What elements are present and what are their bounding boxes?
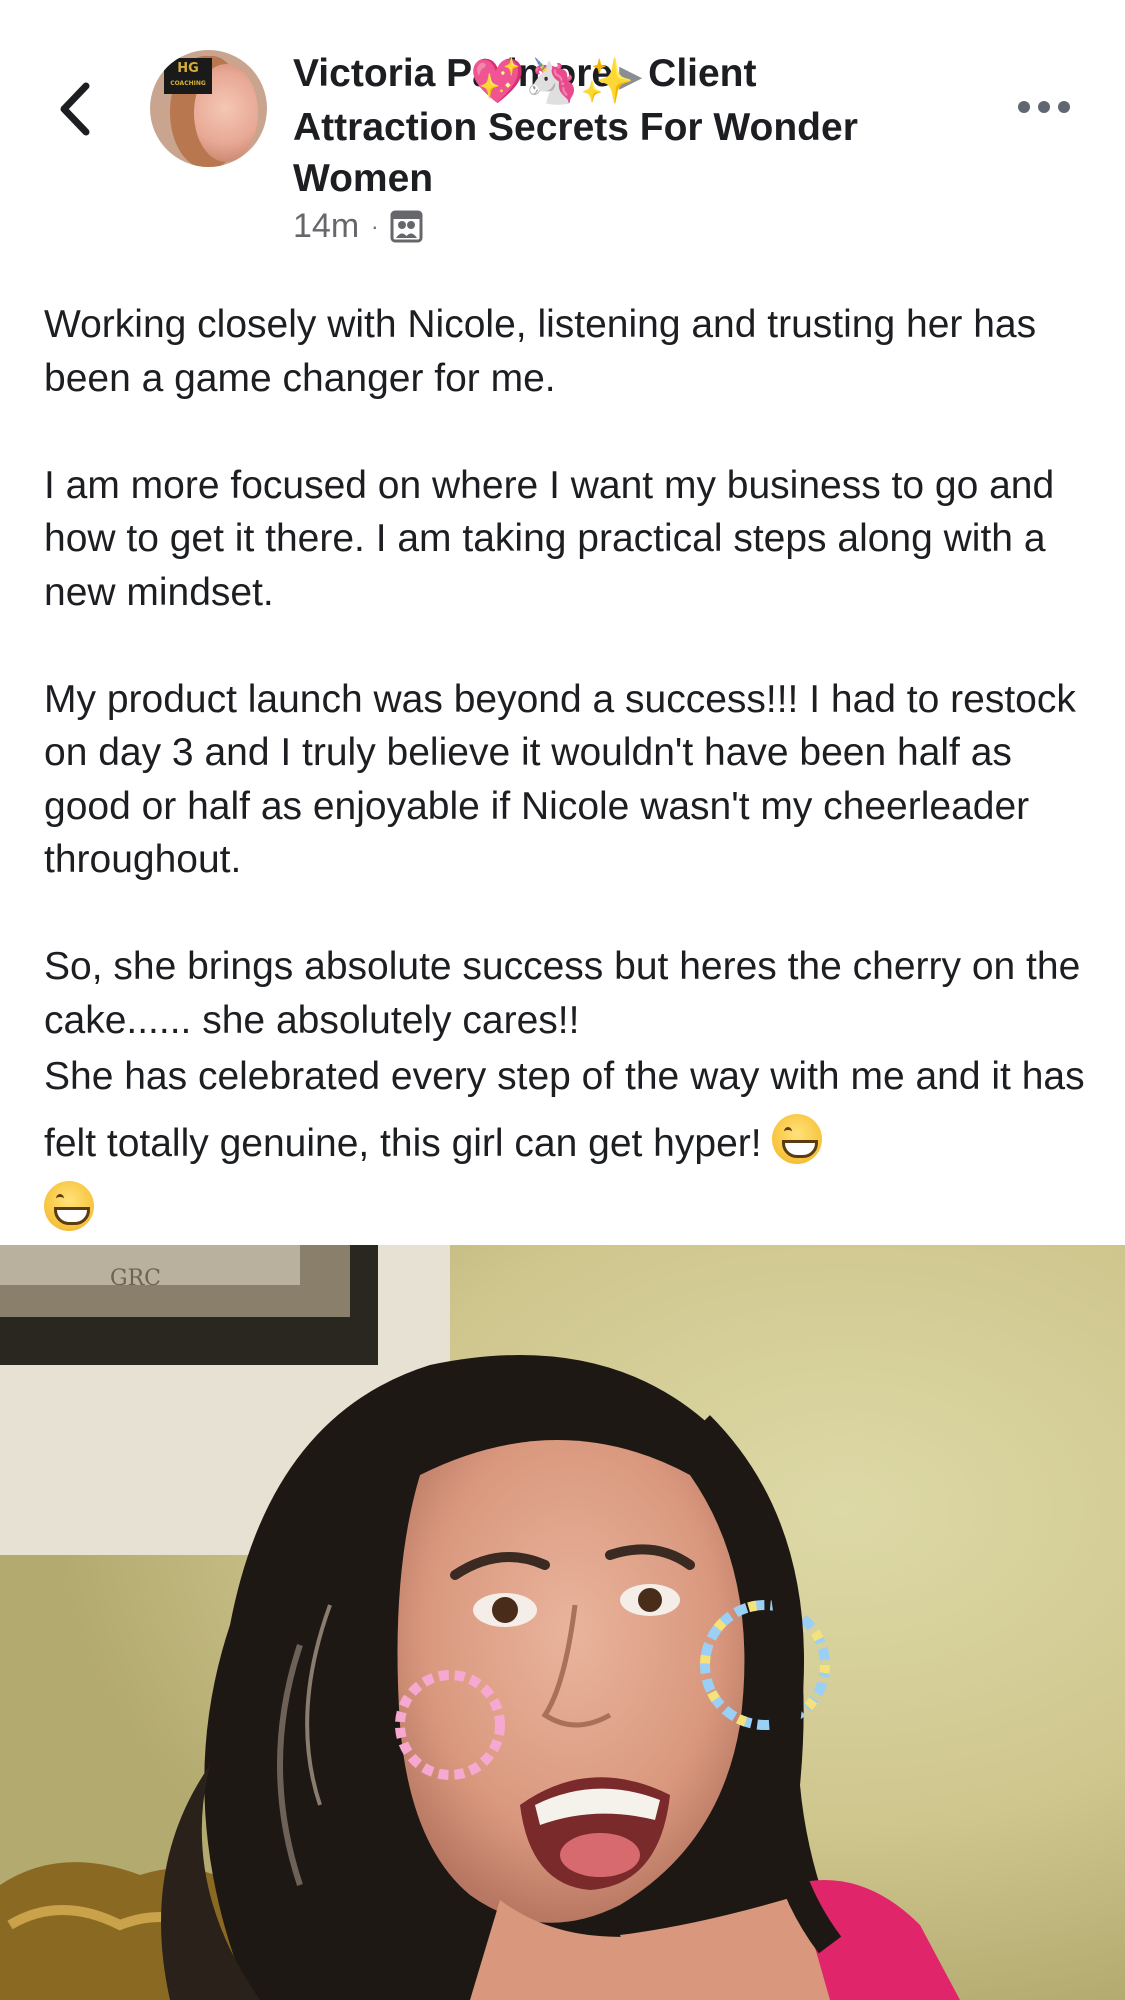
frame-signature: GRC <box>110 1266 161 1291</box>
post-meta: 14m · <box>293 207 423 246</box>
chevron-left-icon <box>60 82 90 136</box>
more-dot <box>1058 101 1070 113</box>
post-paragraph: I am more focused on where I want my bus… <box>44 463 1055 614</box>
more-options-button[interactable] <box>1016 92 1072 122</box>
post-header: HG COACHING Victoria Padmore ▶ Client Attra… <box>0 0 1125 255</box>
meta-separator: · <box>371 213 379 239</box>
more-dot <box>1018 101 1030 113</box>
author-avatar[interactable]: HG COACHING <box>150 50 267 167</box>
back-button[interactable] <box>52 78 102 140</box>
photo-illustration: GRC <box>0 1245 1125 2000</box>
grinning-emoji-icon <box>44 1181 94 1231</box>
group-icon <box>390 210 423 243</box>
post-paragraph-last: She has celebrated every step of the way… <box>44 1043 1094 1177</box>
post-paragraph: So, she brings absolute success but here… <box>44 945 1081 1042</box>
post-body: Working closely with Nicole, listening a… <box>44 298 1094 1244</box>
post-paragraph-text: She has celebrated every step of the way… <box>44 1055 1085 1165</box>
post-paragraph: My product launch was beyond a success!!… <box>44 677 1076 882</box>
more-dot <box>1038 101 1050 113</box>
avatar-logo: HG COACHING <box>164 58 212 94</box>
grinning-emoji-icon <box>772 1114 823 1164</box>
post-paragraph: Working closely with Nicole, listening a… <box>44 303 1037 400</box>
post-paragraph-emoji <box>44 1177 1094 1244</box>
title-emojis: 💖🦄✨ <box>470 57 635 106</box>
post-photo[interactable]: GRC <box>0 1245 1125 2000</box>
post-time[interactable]: 14m <box>293 207 359 246</box>
